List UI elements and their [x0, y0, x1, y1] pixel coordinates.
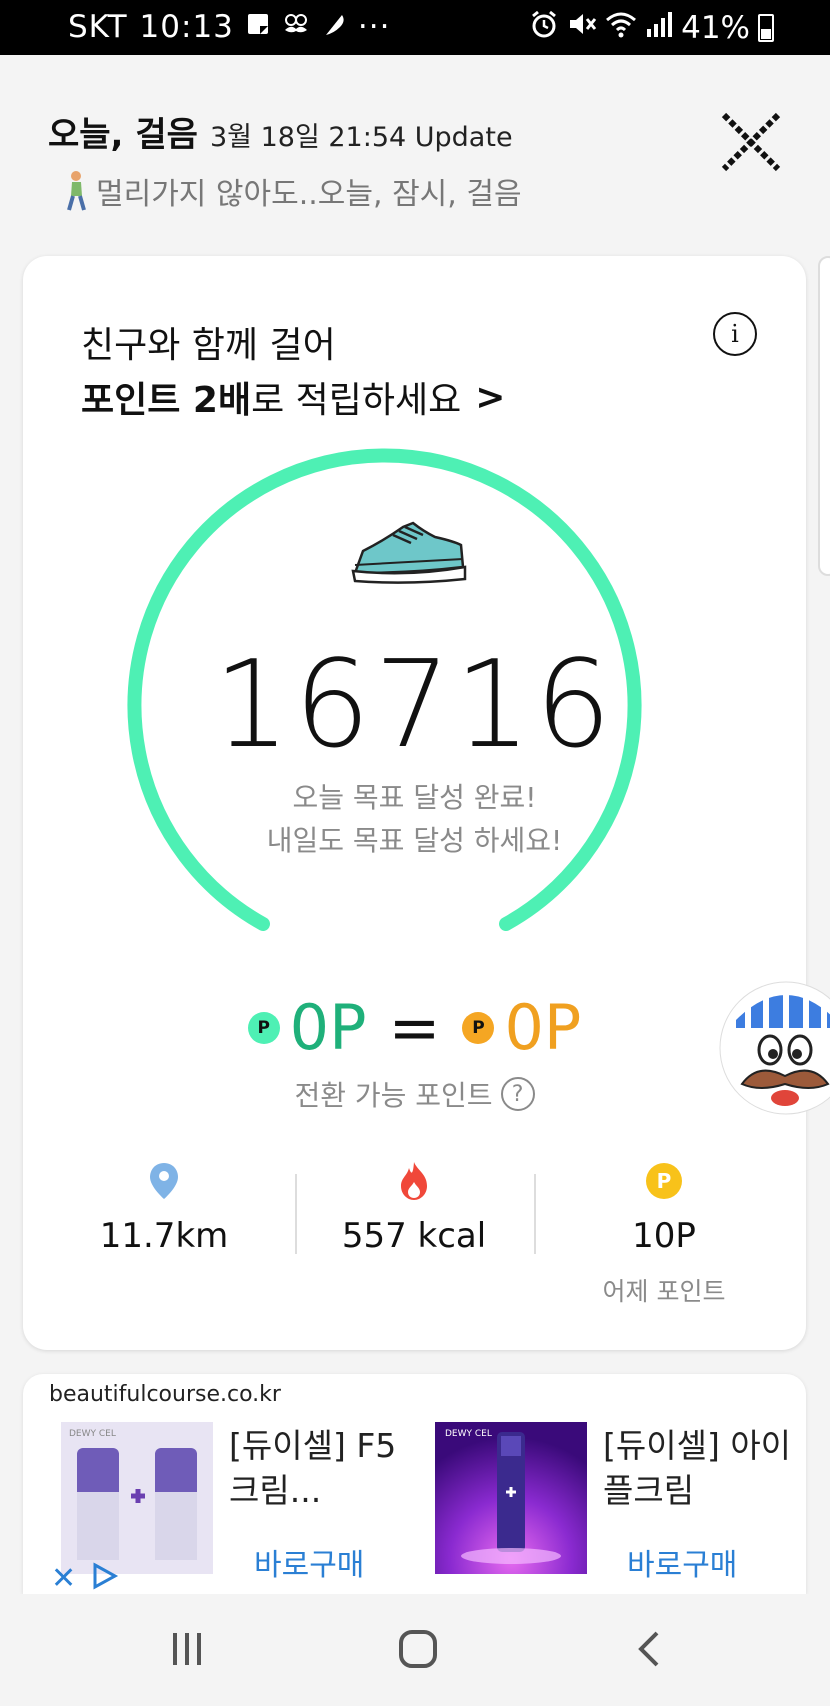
points-conversion: P 0P = P 0P: [23, 991, 806, 1064]
convertible-points: 전환 가능 포인트 ?: [23, 1074, 806, 1114]
close-button[interactable]: [718, 109, 784, 175]
point-coin-icon: P: [544, 1156, 784, 1206]
promo-highlight: 포인트 2배: [81, 380, 252, 421]
feather-icon: [322, 11, 346, 43]
recent-apps-button[interactable]: [157, 1624, 217, 1674]
stat-distance: 11.7km: [44, 1156, 284, 1256]
page-header: 오늘, 걸음 3월 18일 21:54 Update 멀리가지 않아도..오늘,…: [0, 55, 830, 255]
ad-close-icon[interactable]: ✕: [51, 1564, 76, 1594]
calories-value: 557 kcal: [341, 1216, 487, 1256]
page-title: 오늘, 걸음: [48, 115, 198, 155]
promo-rest: 로 적립하세요: [251, 380, 462, 421]
goal-message-2: 내일도 목표 달성 하세요!: [266, 824, 563, 857]
orange-point-coin-icon: P: [462, 1011, 495, 1044]
mascot-floating-button[interactable]: [718, 980, 830, 1116]
battery-percent: 41%: [681, 10, 750, 46]
goal-message-1: 오늘 목표 달성 완료!: [292, 781, 537, 814]
ad-buy-button-1[interactable]: 바로구매: [254, 1540, 364, 1584]
update-timestamp: 3월 18일 21:54 Update: [210, 122, 513, 153]
walking-person-icon: [62, 170, 90, 212]
subtitle-text: 멀리가지 않아도..오늘, 잠시, 걸음: [96, 177, 522, 212]
yesterday-points-label: 어제 포인트: [602, 1277, 726, 1306]
equals-sign: =: [388, 991, 441, 1064]
mustache-icon: [282, 12, 310, 42]
notes-icon: [246, 12, 270, 42]
ad-domain[interactable]: beautifulcourse.co.kr: [49, 1382, 281, 1407]
ad-banner: beautifulcourse.co.kr DEWY CEL [듀이셀] F5 …: [23, 1374, 806, 1594]
distance-value: 11.7km: [99, 1216, 229, 1256]
step-card: 친구와 함께 걸어 포인트 2배 로 적립하세요 > i 16716 오늘 목표…: [23, 256, 806, 1350]
alarm-icon: [529, 9, 559, 47]
stats-row: 11.7km 557 kcal P 10P 어제 포인트: [23, 1156, 806, 1316]
home-button[interactable]: [388, 1624, 448, 1674]
step-count: 16716: [213, 636, 616, 775]
location-pin-icon: [44, 1156, 284, 1206]
ad-product-image-2[interactable]: DEWY CEL: [435, 1422, 587, 1574]
page-subtitle: 멀리가지 않아도..오늘, 잠시, 걸음: [62, 169, 522, 213]
system-nav-bar: [0, 1594, 830, 1706]
ad-title-1[interactable]: [듀이셀] F5 크림...: [229, 1424, 419, 1513]
ad-product-image-1[interactable]: DEWY CEL: [61, 1422, 213, 1574]
promo-line-2[interactable]: 포인트 2배 로 적립하세요 >: [81, 371, 505, 423]
stat-divider: [534, 1174, 536, 1254]
signal-icon: [645, 9, 673, 47]
stat-calories: 557 kcal: [294, 1156, 534, 1256]
fire-icon: [294, 1156, 534, 1206]
ad-title-2[interactable]: [듀이셀] 아이플크림: [603, 1424, 793, 1513]
chevron-right-icon: >: [475, 376, 506, 418]
battery-icon: [758, 14, 774, 42]
convertible-label: 전환 가능 포인트: [294, 1079, 493, 1112]
help-icon[interactable]: ?: [500, 1077, 535, 1111]
svg-text:P: P: [657, 1169, 672, 1193]
ad-brand-1: DEWY CEL: [69, 1429, 116, 1439]
info-icon[interactable]: i: [713, 312, 757, 356]
ad-brand-2: DEWY CEL: [445, 1429, 492, 1439]
orange-point-value: 0P: [504, 991, 582, 1064]
promo-line-1[interactable]: 친구와 함께 걸어: [81, 316, 336, 368]
status-bar: SKT 10:13 ··· 41%: [0, 0, 830, 55]
yesterday-points-value: 10P: [632, 1216, 696, 1256]
green-point-coin-icon: P: [247, 1011, 280, 1044]
carrier: SKT: [68, 9, 128, 45]
mute-icon: [567, 9, 597, 47]
stat-yesterday-points: P 10P 어제 포인트: [544, 1156, 784, 1308]
adchoices-icon[interactable]: [91, 1562, 119, 1594]
more-notifications: ···: [357, 9, 391, 45]
sneaker-icon: [351, 521, 467, 584]
wifi-icon: [605, 9, 637, 47]
next-card-peek: [818, 256, 830, 576]
clock: 10:13: [139, 9, 234, 45]
ad-buy-button-2[interactable]: 바로구매: [627, 1540, 737, 1584]
back-button[interactable]: [620, 1624, 680, 1674]
green-point-value: 0P: [289, 991, 367, 1064]
